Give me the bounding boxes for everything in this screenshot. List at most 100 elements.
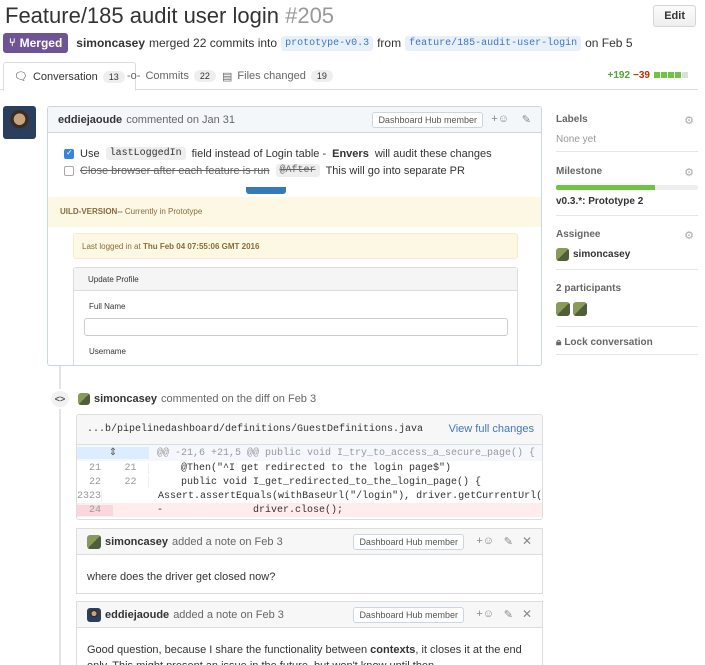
diffstat-deletions: −39	[633, 70, 650, 81]
file-header: ...b/pipelinedashboard/definitions/Guest…	[77, 415, 542, 445]
gear-icon[interactable]: ⚙	[684, 229, 694, 242]
diff-table: ⇕ @@ -21,6 +21,5 @@ public void I_try_to…	[77, 445, 542, 517]
expand-icon[interactable]: ⇕	[77, 447, 149, 459]
hunk-row: ⇕ @@ -21,6 +21,5 @@ public void I_try_to…	[77, 445, 542, 461]
diff-row: 21 21 @Then("^I get redirected to the log…	[88, 462, 452, 474]
diffstat: +192 −39	[607, 70, 688, 81]
avatar[interactable]	[573, 302, 587, 316]
task-item-1: Use lastLoggedIn field instead of Login …	[64, 147, 492, 160]
diffstat-additions: +192	[607, 70, 631, 81]
comment-author[interactable]: eddiejaoude	[58, 114, 122, 126]
merge-date: on Feb 5	[585, 36, 633, 50]
comment-icon: 🗨	[14, 71, 28, 83]
code-icon: <>	[49, 389, 71, 409]
avatar[interactable]	[78, 393, 90, 405]
merged-text: merged 22 commits into	[149, 36, 278, 50]
screenshot-banner: UILD-VERSION-- Currently in Prototype	[48, 197, 541, 227]
note-body: where does the driver get closed now?	[87, 571, 276, 583]
diff-comment-author[interactable]: simoncasey	[94, 393, 157, 405]
avatar[interactable]	[87, 607, 101, 622]
pr-tabs: 🗨 Conversation 13 -o- Commits 22 ▤ Files…	[0, 62, 698, 91]
avatar[interactable]	[556, 302, 570, 316]
labels-value: None yet	[556, 134, 597, 145]
gear-icon[interactable]: ⚙	[684, 114, 694, 127]
gear-icon[interactable]: ⚙	[684, 166, 694, 179]
assignee-name[interactable]: simoncasey	[573, 249, 630, 260]
comment-timestamp[interactable]: commented on Jan 31	[126, 114, 235, 126]
sidebar-lock: 🔒︎ Lock conversation	[556, 327, 698, 355]
note-action[interactable]: added a note on Feb 3	[173, 609, 284, 621]
task-checkbox[interactable]	[64, 165, 74, 176]
sidebar-labels: Labels ⚙ None yet	[556, 104, 698, 152]
edit-pencil-icon[interactable]: ✎	[504, 608, 513, 621]
milestone-title: Milestone	[556, 166, 603, 177]
diff-comment-event: simoncasey commented on the diff on Feb …	[78, 393, 316, 405]
from-text: from	[377, 36, 402, 50]
avatar[interactable]	[87, 534, 101, 549]
edit-pencil-icon[interactable]: ✎	[522, 113, 531, 126]
note-action[interactable]: added a note on Feb 3	[172, 536, 283, 548]
sidebar-assignee: Assignee ⚙ simoncasey	[556, 216, 698, 270]
tab-counter: 19	[310, 70, 333, 82]
view-full-changes-link[interactable]: View full changes	[449, 423, 534, 435]
note-author[interactable]: simoncasey	[105, 536, 168, 548]
file-diff-icon: ▤	[222, 70, 233, 83]
tab-conversation[interactable]: 🗨 Conversation 13	[3, 62, 136, 91]
pr-title-row: Feature/185 audit user login #205 Edit	[5, 3, 700, 29]
delete-icon[interactable]: ✕	[522, 607, 532, 621]
member-tag: Dashboard Hub member	[372, 112, 483, 128]
task-checkbox[interactable]	[64, 148, 74, 159]
task-item-2: Close browser after each feature is run …	[64, 164, 465, 177]
sidebar-participants: 2 participants	[556, 270, 698, 327]
sidebar: Labels ⚙ None yet Milestone ⚙ v0.3.*: Pr…	[556, 104, 698, 355]
diffstat-blocks	[653, 70, 688, 81]
note-author[interactable]: eddiejaoude	[105, 609, 169, 621]
diff-file: ...b/pipelinedashboard/definitions/Guest…	[76, 414, 543, 520]
comment-header: eddiejaoude commented on Jan 31 Dashboar…	[48, 107, 541, 133]
tab-commits[interactable]: -o- Commits 22	[117, 62, 226, 90]
delete-icon[interactable]: ✕	[522, 534, 532, 548]
file-path[interactable]: ...b/pipelinedashboard/definitions/Guest…	[87, 424, 423, 435]
review-note: eddiejaoude added a note on Feb 3 Dashbo…	[76, 601, 543, 665]
participant-avatars	[556, 302, 698, 316]
avatar[interactable]	[556, 248, 569, 261]
head-branch[interactable]: feature/185-audit-user-login	[405, 35, 582, 51]
note-header: eddiejaoude added a note on Feb 3 Dashbo…	[77, 602, 542, 628]
screenshot-button	[246, 187, 286, 194]
comment-box: eddiejaoude commented on Jan 31 Dashboar…	[47, 106, 542, 366]
timeline-line	[59, 366, 61, 665]
base-branch[interactable]: prototype-v0.3	[281, 35, 374, 51]
labels-title: Labels	[556, 114, 588, 125]
avatar[interactable]	[3, 106, 36, 139]
assignee-entry: simoncasey	[556, 248, 698, 261]
note-header: simoncasey added a note on Feb 3 Dashboa…	[77, 529, 542, 555]
merged-state-badge: ⑂ Merged	[3, 33, 69, 53]
note-body: Good question, because I share the funct…	[87, 644, 522, 665]
add-reaction-icon[interactable]: +☺	[491, 113, 509, 125]
diff-row: 22 22 public void I_get_redirected_to_the…	[88, 476, 482, 488]
pr-title: Feature/185 audit user login #205	[5, 3, 335, 28]
pr-number: #205	[285, 3, 335, 28]
lock-conversation-link[interactable]: 🔒︎ Lock conversation	[556, 337, 698, 348]
diff-row: 23 23 Assert.assertEquals(withBaseUrl("/l…	[77, 490, 543, 502]
milestone-name[interactable]: v0.3.*: Prototype 2	[556, 196, 698, 207]
diff-row-deleted: 24 - driver.close();	[77, 503, 542, 517]
edit-pencil-icon[interactable]: ✎	[504, 535, 513, 548]
screenshot-input	[84, 318, 508, 336]
add-reaction-icon[interactable]: +☺	[476, 608, 494, 620]
screenshot-login-alert: Last logged in at Thu Feb 04 07:55:06 GM…	[73, 233, 518, 259]
sidebar-milestone: Milestone ⚙ v0.3.*: Prototype 2	[556, 152, 698, 216]
member-tag: Dashboard Hub member	[353, 534, 464, 550]
milestone-progress	[556, 185, 698, 190]
pr-author-link[interactable]: simoncasey	[76, 36, 145, 50]
review-note: simoncasey added a note on Feb 3 Dashboa…	[76, 528, 543, 594]
embedded-screenshot: UILD-VERSION-- Currently in Prototype La…	[48, 187, 541, 365]
tab-files-changed[interactable]: ▤ Files changed 19	[212, 62, 343, 90]
edit-button[interactable]: Edit	[653, 5, 696, 27]
pr-meta: ⑂ Merged simoncasey merged 22 commits in…	[3, 33, 703, 53]
merge-icon: ⑂	[9, 37, 16, 49]
participants-title: 2 participants	[556, 283, 622, 294]
add-reaction-icon[interactable]: +☺	[476, 535, 494, 547]
diff-comment-action[interactable]: commented on the diff on Feb 3	[161, 393, 316, 405]
screenshot-profile-panel: Update Profile Full Name Username	[73, 267, 518, 365]
